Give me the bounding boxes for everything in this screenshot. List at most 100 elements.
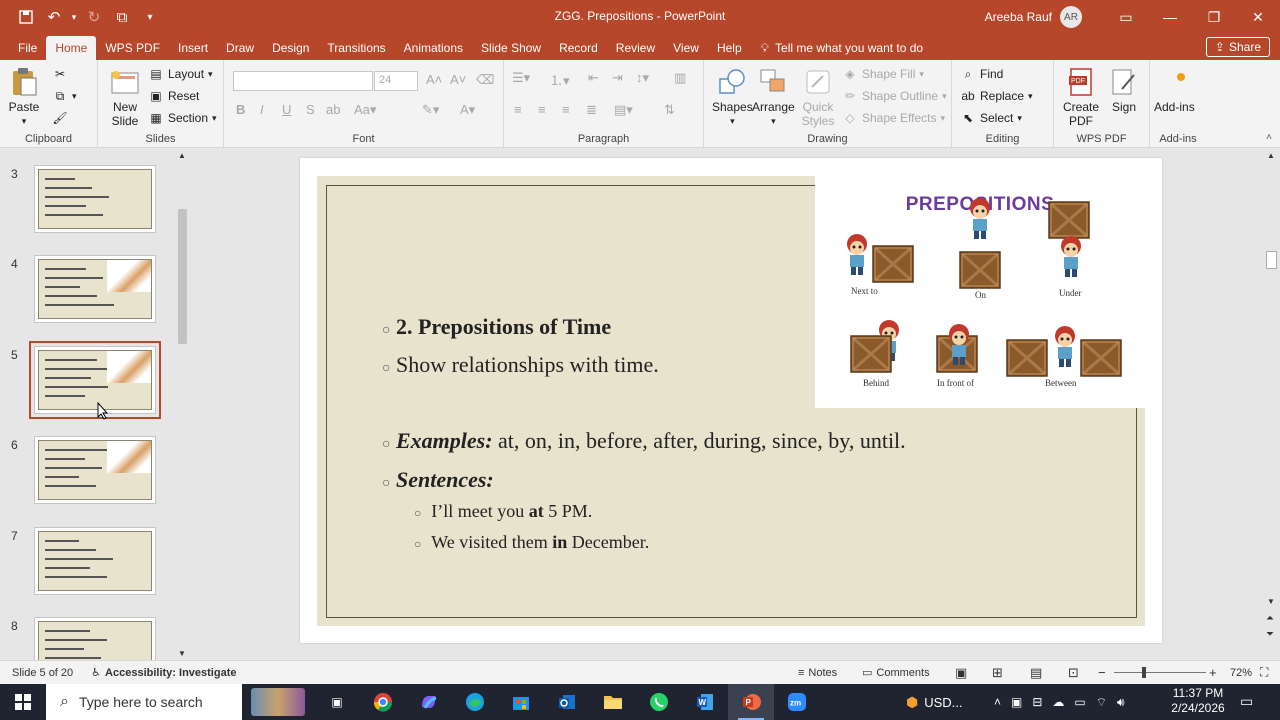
font-size-box[interactable]: 24 xyxy=(374,71,418,91)
zoom-app-icon[interactable]: zm xyxy=(774,684,820,720)
align-left-icon[interactable]: ≡ xyxy=(514,102,522,117)
sentences-label[interactable]: ○ Sentences: xyxy=(382,467,494,493)
comments-button[interactable]: ▭ Comments xyxy=(862,666,930,680)
shapes-button[interactable]: Shapes ▾ xyxy=(712,66,753,128)
task-view-icon[interactable]: ▣ xyxy=(314,684,360,720)
text-direction-icon[interactable]: ⇅ xyxy=(664,102,675,118)
subheading[interactable]: ○ Show relationships with time. xyxy=(382,352,659,378)
restore-icon[interactable]: ❐ xyxy=(1192,0,1236,34)
slide-thumbnail[interactable] xyxy=(34,436,156,504)
notification-icon[interactable]: ▭ xyxy=(1240,693,1253,710)
zoom-level[interactable]: 72% xyxy=(1230,667,1252,679)
microsoft-store-icon[interactable] xyxy=(498,684,544,720)
onedrive-icon[interactable]: ☁ xyxy=(1052,695,1064,709)
change-case-icon[interactable]: Aa▾ xyxy=(354,102,376,118)
ribbon-display-icon[interactable]: ▭ xyxy=(1104,0,1148,34)
previous-slide-icon[interactable]: ⏶ xyxy=(1266,613,1274,624)
tab-home[interactable]: Home xyxy=(46,36,97,60)
battery-icon[interactable]: ▭ xyxy=(1074,695,1085,709)
tab-file[interactable]: File xyxy=(9,36,46,60)
network-icon[interactable]: ⌔ xyxy=(1096,695,1107,710)
user-name[interactable]: Areeba Rauf xyxy=(985,10,1052,24)
slideshow-icon[interactable]: ⊡ xyxy=(1068,665,1079,681)
increase-indent-icon[interactable]: ⇥ xyxy=(612,70,623,86)
heading[interactable]: ○ 2. Prepositions of Time xyxy=(382,314,611,340)
accessibility-checker[interactable]: ♿︎ Accessibility: Investigate xyxy=(91,666,236,680)
start-from-beginning-icon[interactable]: ⧉ xyxy=(108,3,136,31)
thumbnail-scrollbar[interactable]: ▲ ▼ xyxy=(175,149,191,660)
avatar[interactable]: AR xyxy=(1060,6,1082,28)
scroll-down-icon[interactable]: ▼ xyxy=(1267,597,1275,606)
chrome-icon[interactable] xyxy=(360,684,406,720)
whatsapp-icon[interactable] xyxy=(636,684,682,720)
sentence-2[interactable]: ○ We visited them in December. xyxy=(414,532,649,553)
tell-me-search[interactable]: 💡︎ Tell me what you want to do xyxy=(751,36,933,60)
slide-scroll-thumb[interactable] xyxy=(1266,251,1277,269)
increase-font-icon[interactable]: A˄ xyxy=(426,72,442,87)
reset-button[interactable]: ▣ Reset xyxy=(148,88,199,104)
scroll-down-icon[interactable]: ▼ xyxy=(178,649,186,658)
scroll-up-icon[interactable]: ▲ xyxy=(1267,151,1275,160)
decrease-font-icon[interactable]: A˅ xyxy=(450,72,466,87)
layout-button[interactable]: ▤ Layout ▾ xyxy=(148,66,212,82)
numbering-icon[interactable]: ⒈▾ xyxy=(550,70,570,89)
underline-icon[interactable]: U xyxy=(282,102,291,117)
columns-icon[interactable]: ▥ xyxy=(674,70,686,86)
reading-view-icon[interactable]: ▤ xyxy=(1030,665,1042,681)
shape-fill-button[interactable]: ◈ Shape Fill ▾ xyxy=(842,66,924,82)
tab-slide-show[interactable]: Slide Show xyxy=(472,36,550,60)
slide-scrollbar[interactable]: ▲ ▼ ⏶ ⏷ xyxy=(1263,149,1280,660)
align-right-icon[interactable]: ≡ xyxy=(562,102,570,117)
windows-start-icon[interactable] xyxy=(0,684,46,720)
show-hidden-icons-icon[interactable]: ˄ xyxy=(994,695,1001,709)
zoom-slider-handle[interactable] xyxy=(1142,667,1146,678)
clock[interactable]: 11:37 PM 2/24/2026 xyxy=(1168,686,1228,716)
sentence-1[interactable]: ○ I’ll meet you at 5 PM. xyxy=(414,501,592,522)
close-icon[interactable]: ✕ xyxy=(1236,0,1280,34)
examples-line[interactable]: ○ Examples: at, on, in, before, after, d… xyxy=(382,428,906,454)
tab-transitions[interactable]: Transitions xyxy=(318,36,394,60)
customize-toolbar-icon[interactable]: ▾ xyxy=(136,3,164,31)
outlook-icon[interactable] xyxy=(544,684,590,720)
zoom-in-icon[interactable]: + xyxy=(1209,665,1217,680)
tray-app-icon[interactable]: ⊟ xyxy=(1032,695,1042,709)
slide-thumbnail[interactable] xyxy=(34,255,156,323)
new-slide-button[interactable]: New Slide xyxy=(106,66,144,128)
shape-effects-button[interactable]: ◇ Shape Effects ▾ xyxy=(842,110,945,126)
normal-view-icon[interactable]: ▣ xyxy=(955,665,967,681)
replace-button[interactable]: ab Replace ▾ xyxy=(960,88,1032,104)
find-button[interactable]: ⌕ Find xyxy=(960,66,1004,82)
undo-dropdown-icon[interactable]: ▾ xyxy=(68,3,80,31)
strikethrough-icon[interactable]: S xyxy=(306,102,315,117)
justify-icon[interactable]: ≣ xyxy=(586,102,597,118)
decrease-indent-icon[interactable]: ⇤ xyxy=(588,70,599,86)
slide-thumbnail[interactable] xyxy=(34,617,156,660)
taskbar-search[interactable]: ⌕ Type here to search xyxy=(46,684,242,720)
powerpoint-icon[interactable]: P xyxy=(728,684,774,720)
search-highlight-image[interactable] xyxy=(242,684,314,720)
clear-formatting-icon[interactable]: ⌫ xyxy=(476,72,494,88)
bold-icon[interactable]: B xyxy=(236,102,245,117)
copy-icon[interactable]: ⧉ ▾ xyxy=(52,88,77,104)
next-slide-icon[interactable]: ⏷ xyxy=(1266,629,1274,640)
italic-icon[interactable]: I xyxy=(260,102,264,117)
character-spacing-icon[interactable]: ab xyxy=(326,102,340,117)
prepositions-picture[interactable]: PREPOSITIONS Next to On Under Behind In … xyxy=(815,176,1145,408)
current-slide[interactable]: ○ 2. Prepositions of Time ○ Show relatio… xyxy=(300,158,1162,643)
tab-design[interactable]: Design xyxy=(263,36,318,60)
section-button[interactable]: ▦ Section ▾ xyxy=(148,110,216,126)
font-color-icon[interactable]: A▾ xyxy=(460,102,475,118)
addins-button[interactable]: Add-ins xyxy=(1154,66,1195,114)
edge-icon[interactable] xyxy=(452,684,498,720)
copilot-icon[interactable] xyxy=(406,684,452,720)
tab-insert[interactable]: Insert xyxy=(169,36,217,60)
scroll-up-icon[interactable]: ▲ xyxy=(178,151,186,160)
tab-wps-pdf[interactable]: WPS PDF xyxy=(96,36,169,60)
save-icon[interactable] xyxy=(12,3,40,31)
file-explorer-icon[interactable] xyxy=(590,684,636,720)
shape-outline-button[interactable]: ✏ Shape Outline ▾ xyxy=(842,88,947,104)
fit-to-window-icon[interactable]: ⛶ xyxy=(1260,665,1268,680)
tab-draw[interactable]: Draw xyxy=(217,36,263,60)
paste-button[interactable]: Paste ▾ xyxy=(8,66,40,128)
thumbnail-scroll-thumb[interactable] xyxy=(178,209,187,344)
